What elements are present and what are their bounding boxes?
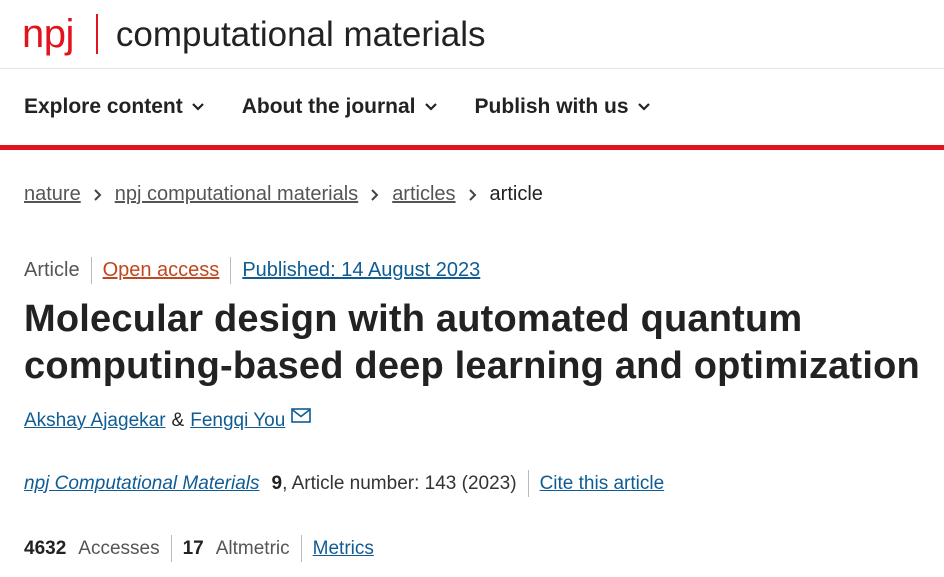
npj-logo[interactable]: npj — [22, 14, 74, 54]
citation-line: npj Computational Materials 9 , Article … — [0, 432, 944, 497]
nav-label: Explore content — [24, 95, 183, 118]
mail-icon[interactable] — [291, 407, 312, 423]
breadcrumb-journal[interactable]: npj computational materials — [115, 183, 358, 206]
divider — [300, 535, 302, 562]
article-type: Article — [24, 259, 80, 281]
author-link[interactable]: Akshay Ajagekar — [24, 410, 166, 432]
divider — [90, 257, 92, 284]
breadcrumb-current: article — [489, 183, 543, 205]
article-title-line1: Molecular design with automated quantum — [24, 298, 803, 340]
journal-title[interactable]: computational materials — [116, 17, 486, 52]
nav-about-journal[interactable]: About the journal — [242, 95, 438, 119]
chevron-down-icon — [424, 103, 437, 111]
chevron-right-icon — [94, 188, 102, 201]
author-link[interactable]: Fengqi You — [190, 410, 285, 432]
divider — [230, 257, 232, 284]
site-header: npj computational materials — [0, 0, 944, 69]
chevron-down-icon — [637, 103, 650, 111]
nav-label: About the journal — [241, 95, 416, 118]
logo-divider — [95, 14, 98, 54]
divider — [170, 535, 172, 562]
author-list: Akshay Ajagekar & Fengqi You — [0, 390, 944, 432]
published-date-link[interactable]: Published: 14 August 2023 — [242, 259, 480, 282]
divider — [527, 470, 529, 497]
article-number: , Article number: 143 (2023) — [282, 472, 517, 494]
article-title-line2: computing-based deep learning and optimi… — [24, 345, 920, 387]
nav-explore-content[interactable]: Explore content — [24, 95, 205, 119]
open-access-link[interactable]: Open access — [103, 259, 220, 282]
volume: 9 — [271, 472, 283, 494]
chevron-right-icon — [371, 188, 379, 201]
author-joiner: & — [171, 410, 185, 431]
article-title: Molecular design with automated quantum … — [24, 296, 939, 390]
nav-label: Publish with us — [474, 95, 629, 118]
journal-link[interactable]: npj Computational Materials — [24, 473, 260, 495]
nav-publish-with-us[interactable]: Publish with us — [475, 95, 651, 119]
metrics-link[interactable]: Metrics — [313, 538, 374, 560]
metrics-bar: 4632 Accesses 17 Altmetric Metrics — [0, 497, 944, 562]
article-meta: Article Open access Published: 14 August… — [0, 206, 944, 284]
breadcrumb: nature npj computational materials artic… — [0, 150, 944, 206]
main-nav: Explore content About the journal Publis… — [0, 69, 944, 150]
altmetric-count: 17 — [182, 537, 204, 559]
chevron-right-icon — [468, 188, 476, 201]
altmetric-label: Altmetric — [215, 537, 290, 559]
chevron-down-icon — [191, 103, 204, 111]
breadcrumb-articles[interactable]: articles — [392, 183, 455, 206]
cite-this-article-link[interactable]: Cite this article — [540, 473, 665, 495]
accesses-count: 4632 — [24, 537, 67, 559]
breadcrumb-nature[interactable]: nature — [24, 183, 81, 206]
accesses-label: Accesses — [78, 537, 160, 559]
